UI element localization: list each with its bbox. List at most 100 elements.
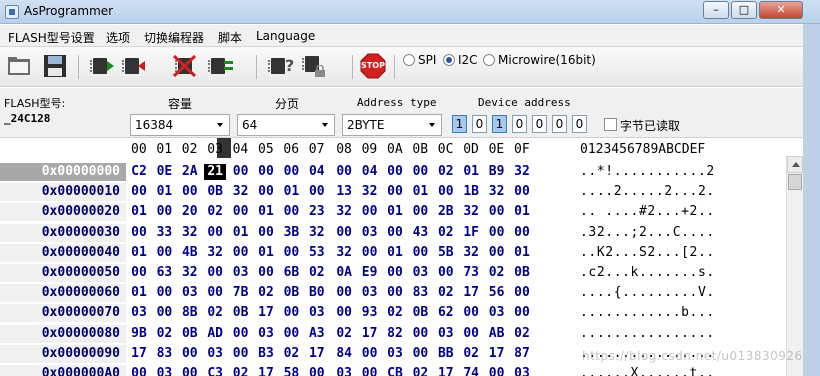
hex-byte[interactable]: 2A xyxy=(179,164,201,180)
hex-byte[interactable]: 00 xyxy=(409,245,431,261)
hex-byte[interactable]: 00 xyxy=(409,346,431,362)
hex-byte[interactable]: 0B xyxy=(204,184,226,200)
menu-script[interactable]: 脚本 xyxy=(218,29,242,46)
ascii-cell[interactable]: ..*!...........2 xyxy=(580,164,715,179)
hex-byte[interactable]: 0A xyxy=(333,265,355,281)
hex-byte[interactable]: 43 xyxy=(409,225,431,241)
verify-icon[interactable] xyxy=(206,53,233,79)
hex-byte[interactable]: 01 xyxy=(128,245,150,261)
bytes-read-checkbox[interactable] xyxy=(604,118,617,131)
hex-byte[interactable]: 02 xyxy=(204,305,226,321)
hex-byte[interactable]: 00 xyxy=(486,245,508,261)
hex-byte[interactable]: 00 xyxy=(384,184,406,200)
hex-byte[interactable]: 00 xyxy=(511,225,533,241)
hex-byte[interactable]: 17 xyxy=(435,366,457,376)
hex-byte[interactable]: 03 xyxy=(511,366,533,376)
device-address-bit[interactable]: 1 xyxy=(452,115,467,133)
hex-byte[interactable]: 00 xyxy=(486,366,508,376)
hex-byte[interactable]: 00 xyxy=(255,225,277,241)
hex-byte[interactable]: 03 xyxy=(255,326,277,342)
hex-row[interactable]: 0x00000040 01 00 4B 32 00 01 00 53 32 00 01 00 5B 32 00… xyxy=(0,243,786,263)
row-address[interactable]: 0x00000070 xyxy=(0,304,126,323)
hex-byte[interactable]: 00 xyxy=(230,164,252,180)
hex-row[interactable]: 0x00000020 01 00 20 02 00 01 00 23 32 00 01 00 2B 32 00… xyxy=(0,202,786,222)
hex-byte[interactable]: 0B xyxy=(511,265,533,281)
hex-byte[interactable]: AB xyxy=(486,326,508,342)
hex-byte[interactable]: 00 xyxy=(460,305,482,321)
hex-byte[interactable]: 82 xyxy=(384,326,406,342)
hex-byte[interactable]: C2 xyxy=(128,164,150,180)
hex-byte[interactable]: 01 xyxy=(460,164,482,180)
hex-byte[interactable]: 02 xyxy=(230,366,252,376)
hex-byte[interactable]: 00 xyxy=(486,225,508,241)
row-address[interactable]: 0x00000050 xyxy=(0,264,126,282)
hex-byte[interactable]: 32 xyxy=(486,184,508,200)
hex-byte[interactable]: 02 xyxy=(486,265,508,281)
hex-editor[interactable]: 00 01 02 03 04 05 06 07 08 09 0A 0B 0C 0D 0E 0F 0123456… xyxy=(0,138,820,376)
hex-byte[interactable]: 83 xyxy=(409,285,431,301)
hex-byte[interactable]: 03 xyxy=(333,366,355,376)
hex-byte[interactable]: 02 xyxy=(306,265,328,281)
ascii-cell[interactable]: .32...;2...C.... xyxy=(580,225,715,240)
row-address[interactable]: 0x00000060 xyxy=(0,284,126,303)
hex-byte[interactable]: 00 xyxy=(409,164,431,180)
hex-byte[interactable]: 00 xyxy=(153,285,175,301)
hex-byte[interactable]: 00 xyxy=(128,225,150,241)
device-address-bit[interactable]: 0 xyxy=(572,115,587,133)
hex-byte[interactable]: 00 xyxy=(128,184,150,200)
hex-byte[interactable]: 2B xyxy=(435,204,457,220)
hex-byte[interactable]: 00 xyxy=(409,326,431,342)
hex-byte[interactable]: 00 xyxy=(179,366,201,376)
hex-byte[interactable]: 0B xyxy=(280,285,302,301)
hex-byte[interactable]: 03 xyxy=(179,285,201,301)
hex-byte[interactable]: 02 xyxy=(255,285,277,301)
hex-byte[interactable]: 01 xyxy=(128,285,150,301)
hex-byte[interactable]: 00 xyxy=(179,184,201,200)
hex-byte[interactable]: 13 xyxy=(333,184,355,200)
hex-byte[interactable]: 00 xyxy=(128,265,150,281)
hex-byte[interactable]: 84 xyxy=(333,346,355,362)
hex-byte[interactable]: 03 xyxy=(306,305,328,321)
hex-byte[interactable]: 00 xyxy=(333,305,355,321)
menu-flash-model[interactable]: FLASH型号设置 xyxy=(8,29,95,46)
menu-switch-programmer[interactable]: 切换编程器 xyxy=(144,29,204,46)
hex-byte[interactable]: 04 xyxy=(359,164,381,180)
hex-byte[interactable]: 17 xyxy=(359,326,381,342)
hex-byte[interactable]: 00 xyxy=(359,366,381,376)
hex-byte[interactable]: 00 xyxy=(230,245,252,261)
hex-byte[interactable]: 01 xyxy=(153,184,175,200)
ascii-cell[interactable]: ....2.....2...2. xyxy=(580,184,715,199)
hex-byte[interactable]: CB xyxy=(384,366,406,376)
hex-byte[interactable]: 02 xyxy=(409,366,431,376)
hex-byte[interactable]: 93 xyxy=(359,305,381,321)
maximize-button[interactable]: □ xyxy=(731,1,757,19)
hex-byte[interactable]: 00 xyxy=(230,346,252,362)
hex-byte[interactable]: 1F xyxy=(460,225,482,241)
hex-byte[interactable]: 00 xyxy=(384,164,406,180)
hex-byte[interactable]: 02 xyxy=(333,326,355,342)
hex-byte[interactable]: 03 xyxy=(204,346,226,362)
hex-byte[interactable]: 00 xyxy=(435,184,457,200)
hex-byte[interactable]: AD xyxy=(204,326,226,342)
hex-byte[interactable]: 03 xyxy=(128,305,150,321)
hex-byte[interactable]: 00 xyxy=(179,346,201,362)
hex-byte[interactable]: 7B xyxy=(230,285,252,301)
row-address[interactable]: 0x00000080 xyxy=(0,324,126,343)
hex-byte[interactable]: 00 xyxy=(384,265,406,281)
hex-byte[interactable]: 03 xyxy=(409,265,431,281)
hex-byte[interactable]: 32 xyxy=(230,184,252,200)
hex-byte[interactable]: 32 xyxy=(460,204,482,220)
page-select[interactable]: 64 xyxy=(237,114,335,136)
hex-byte[interactable]: 58 xyxy=(280,366,302,376)
hex-byte[interactable]: 00 xyxy=(280,204,302,220)
hex-byte[interactable]: 20 xyxy=(179,204,201,220)
hex-byte[interactable]: 00 xyxy=(204,285,226,301)
hex-byte[interactable]: 23 xyxy=(306,204,328,220)
hex-byte[interactable]: 74 xyxy=(460,366,482,376)
hex-byte[interactable]: 17 xyxy=(255,305,277,321)
hex-byte[interactable]: E9 xyxy=(359,265,381,281)
ascii-cell[interactable]: .c2...k.......s. xyxy=(580,265,715,280)
hex-byte[interactable]: 32 xyxy=(359,184,381,200)
hex-byte[interactable]: 01 xyxy=(511,204,533,220)
hex-byte[interactable]: 87 xyxy=(511,346,533,362)
